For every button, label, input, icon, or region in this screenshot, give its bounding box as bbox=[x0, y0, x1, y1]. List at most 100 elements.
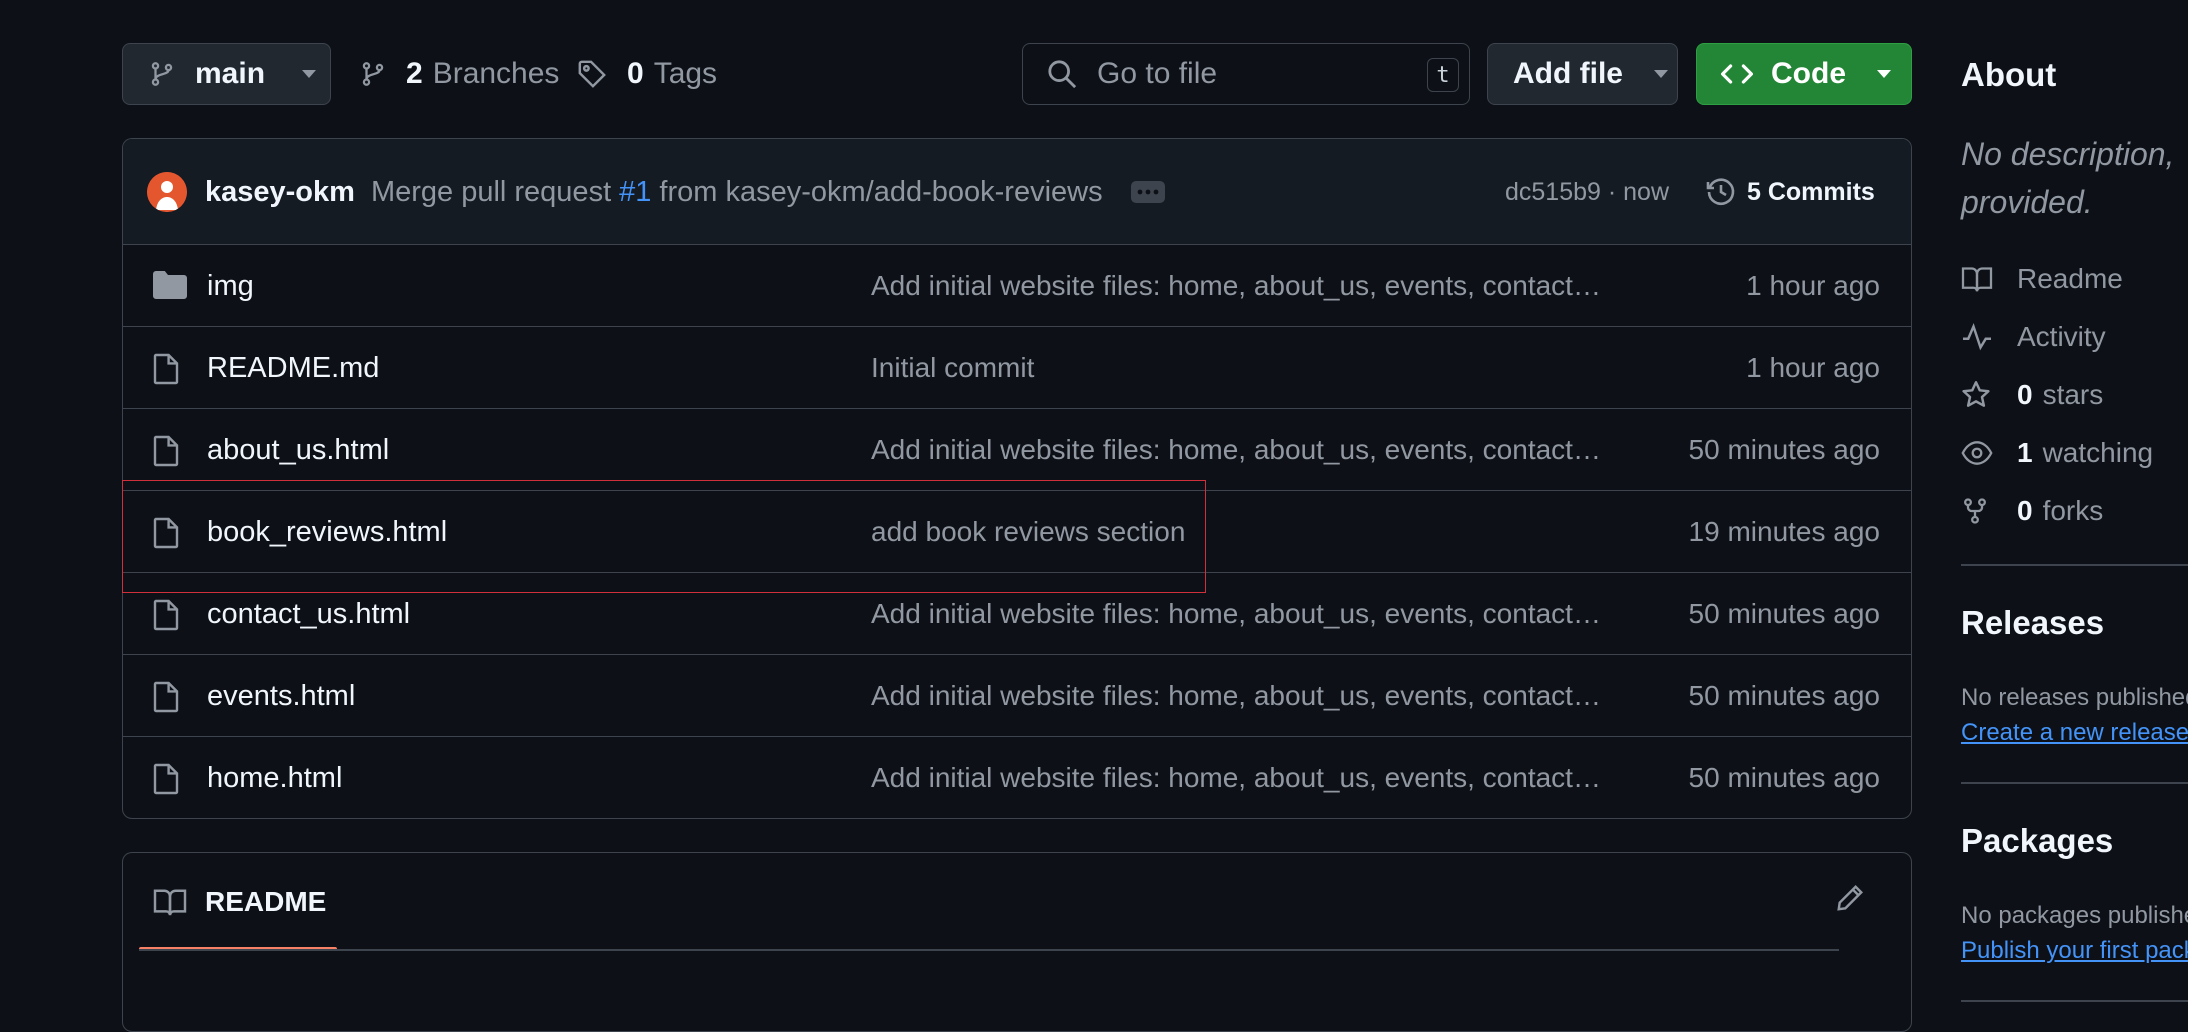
watching-count: 1 bbox=[2017, 437, 2033, 468]
commit-sha-time[interactable]: dc515b9 · now bbox=[1505, 139, 1669, 245]
file-icon bbox=[153, 599, 179, 631]
book-icon bbox=[1961, 265, 1993, 293]
branch-name: main bbox=[195, 57, 266, 90]
tags-count: 0 bbox=[627, 57, 644, 90]
commit-message-suffix[interactable]: from kasey-okm/add-book-reviews bbox=[659, 176, 1102, 209]
file-row[interactable]: home.html Add initial website files: home… bbox=[123, 737, 1911, 818]
file-row[interactable]: README.md Initial commit 1 hour ago bbox=[123, 327, 1911, 409]
commits-history-link[interactable]: 5 Commits bbox=[1705, 139, 1875, 245]
forks-count: 0 bbox=[2017, 495, 2033, 526]
readme-panel: README bbox=[122, 852, 1912, 1032]
activity-link-label: Activity bbox=[2017, 321, 2106, 352]
file-commit-message-link[interactable]: Add initial website files: home, about_u… bbox=[871, 409, 1631, 491]
description-line-1: No description, bbox=[1961, 136, 2175, 172]
file-name-link[interactable]: img bbox=[207, 245, 254, 327]
file-commit-message-link[interactable]: Add initial website files: home, about_u… bbox=[871, 245, 1631, 327]
releases-heading[interactable]: Releases bbox=[1961, 604, 2104, 642]
highlight-box bbox=[122, 480, 1206, 593]
file-commit-time: 1 hour ago bbox=[1746, 352, 1880, 383]
sidebar-divider bbox=[1961, 782, 2188, 784]
avatar[interactable] bbox=[147, 172, 187, 212]
file-commit-time: 19 minutes ago bbox=[1688, 516, 1880, 547]
packages-empty-text: No packages published bbox=[1961, 902, 2188, 929]
readme-link-label: Readme bbox=[2017, 263, 2123, 294]
history-icon bbox=[1705, 176, 1737, 208]
pulse-icon bbox=[1961, 323, 1993, 351]
sidebar-divider bbox=[1961, 564, 2188, 566]
file-row[interactable]: img Add initial website files: home, abou… bbox=[123, 245, 1911, 327]
file-icon bbox=[153, 435, 179, 467]
readme-link[interactable]: Readme bbox=[1961, 259, 2123, 299]
file-name-link[interactable]: events.html bbox=[207, 655, 355, 737]
file-name-link[interactable]: home.html bbox=[207, 737, 342, 818]
file-icon bbox=[153, 763, 179, 795]
file-icon bbox=[153, 681, 179, 713]
search-icon bbox=[1047, 59, 1077, 89]
description-line-2: provided. bbox=[1961, 184, 2093, 220]
file-commit-time: 50 minutes ago bbox=[1688, 434, 1880, 465]
caret-down-icon bbox=[1876, 69, 1892, 79]
releases-empty-text: No releases published bbox=[1961, 684, 2188, 711]
commit-author[interactable]: kasey-okm bbox=[205, 176, 355, 209]
file-row[interactable]: events.html Add initial website files: ho… bbox=[123, 655, 1911, 737]
branches-count: 2 bbox=[406, 57, 423, 90]
add-file-button[interactable]: Add file bbox=[1487, 43, 1678, 105]
code-button[interactable]: Code bbox=[1696, 43, 1912, 105]
branch-icon bbox=[149, 60, 175, 88]
file-commit-time: 1 hour ago bbox=[1746, 270, 1880, 301]
tags-link[interactable]: 0 Tags bbox=[577, 43, 717, 105]
code-label: Code bbox=[1771, 57, 1846, 90]
commit-message-prefix[interactable]: Merge pull request bbox=[371, 176, 611, 209]
star-icon bbox=[1961, 380, 1993, 410]
packages-heading[interactable]: Packages bbox=[1961, 822, 2113, 860]
search-placeholder: Go to file bbox=[1097, 57, 1218, 90]
caret-down-icon bbox=[301, 69, 317, 79]
caret-down-icon bbox=[1653, 69, 1669, 79]
file-commit-time: 50 minutes ago bbox=[1688, 598, 1880, 629]
forks-label: forks bbox=[2042, 495, 2104, 526]
file-commit-message-link[interactable]: Add initial website files: home, about_u… bbox=[871, 655, 1631, 737]
fork-icon bbox=[1961, 496, 1993, 526]
publish-package-link[interactable]: Publish your first package bbox=[1961, 937, 2188, 965]
forks-link[interactable]: 0 forks bbox=[1961, 491, 2103, 531]
readme-divider bbox=[139, 949, 1839, 951]
edit-readme-button[interactable] bbox=[1835, 883, 1865, 913]
commits-count-label: 5 Commits bbox=[1747, 177, 1875, 206]
book-icon bbox=[153, 887, 187, 917]
code-icon bbox=[1721, 61, 1753, 87]
sidebar-divider bbox=[1961, 1000, 2188, 1002]
more-icon bbox=[1137, 189, 1158, 195]
branches-link[interactable]: 2 Branches bbox=[360, 43, 559, 105]
about-heading: About bbox=[1961, 56, 2057, 93]
watching-label: watching bbox=[2042, 437, 2154, 468]
file-row[interactable]: about_us.html Add initial website files: … bbox=[123, 409, 1911, 491]
branch-icon bbox=[360, 60, 386, 88]
file-commit-time: 50 minutes ago bbox=[1688, 762, 1880, 793]
tag-icon bbox=[577, 59, 607, 89]
pencil-icon bbox=[1837, 885, 1863, 911]
branch-select-button[interactable]: main bbox=[122, 43, 331, 105]
file-commit-message-link[interactable]: Add initial website files: home, about_u… bbox=[871, 737, 1631, 818]
create-release-link[interactable]: Create a new release bbox=[1961, 719, 2188, 747]
folder-icon bbox=[153, 271, 187, 299]
file-name-link[interactable]: about_us.html bbox=[207, 409, 389, 491]
branches-label: Branches bbox=[432, 57, 560, 90]
about-description: No description, provided. bbox=[1961, 130, 2174, 226]
file-icon bbox=[153, 353, 179, 385]
file-commit-time: 50 minutes ago bbox=[1688, 680, 1880, 711]
file-name-link[interactable]: README.md bbox=[207, 327, 379, 409]
ellipsis-expand-button[interactable] bbox=[1130, 181, 1165, 203]
stars-link[interactable]: 0 stars bbox=[1961, 375, 2103, 415]
file-table: kasey-okm Merge pull request #1 from kas… bbox=[122, 138, 1912, 819]
watching-link[interactable]: 1 watching bbox=[1961, 433, 2153, 473]
add-file-label: Add file bbox=[1513, 57, 1623, 90]
file-commit-message-link[interactable]: Initial commit bbox=[871, 327, 1631, 409]
pull-request-link[interactable]: #1 bbox=[619, 176, 651, 209]
latest-commit-bar: kasey-okm Merge pull request #1 from kas… bbox=[123, 139, 1911, 245]
readme-tab[interactable]: README bbox=[153, 853, 326, 951]
go-to-file-input[interactable]: Go to file t bbox=[1022, 43, 1470, 105]
readme-tab-label: README bbox=[205, 886, 327, 917]
activity-link[interactable]: Activity bbox=[1961, 317, 2106, 357]
eye-icon bbox=[1961, 440, 1993, 466]
stars-count: 0 bbox=[2017, 379, 2033, 410]
